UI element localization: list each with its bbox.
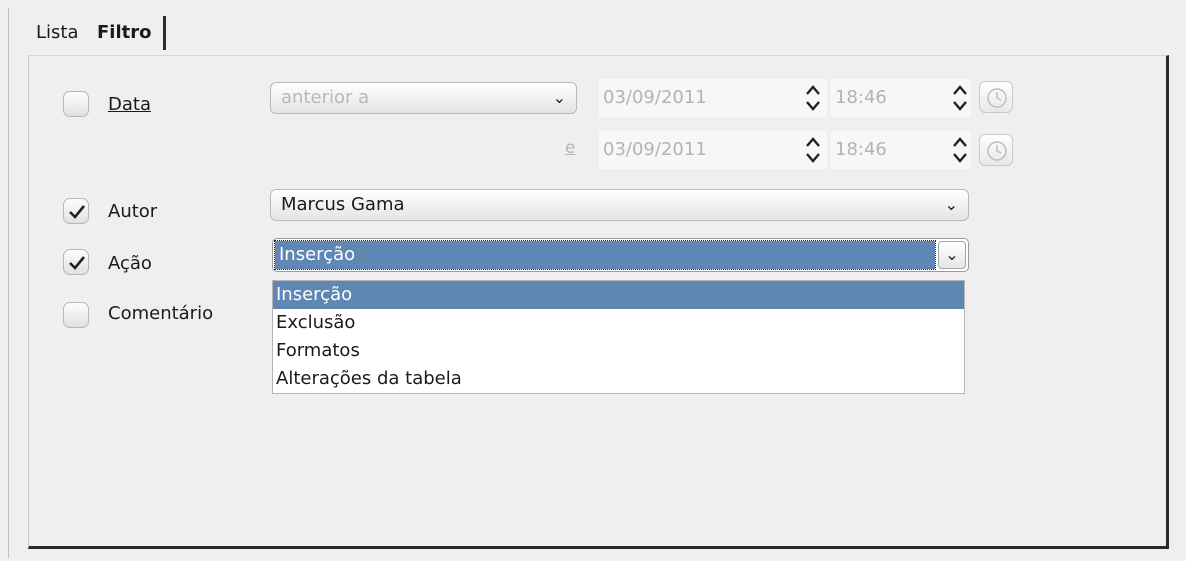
clock-icon (987, 141, 1007, 161)
time-2-spinner-icon[interactable] (952, 135, 968, 165)
acao-checkbox[interactable] (63, 249, 89, 275)
date-field-1[interactable]: 03/09/2011 (599, 79, 827, 117)
chevron-down-icon[interactable]: ⌄ (938, 241, 966, 269)
and-label: e (565, 138, 576, 158)
list-item[interactable]: Alterações da tabela (273, 365, 964, 393)
autor-select[interactable]: Marcus Gama ⌄ (270, 189, 969, 221)
comentario-checkbox[interactable] (63, 302, 89, 328)
tab-lista[interactable]: Lista (36, 18, 79, 48)
acao-dropdown-list: Inserção Exclusão Formatos Alterações da… (272, 280, 965, 394)
chevron-down-icon: ⌄ (944, 195, 958, 214)
time-1-spinner-icon[interactable] (952, 83, 968, 113)
acao-select[interactable]: Inserção ⌄ (272, 238, 969, 272)
date-field-2-value: 03/09/2011 (603, 139, 707, 160)
list-item[interactable]: Inserção (273, 281, 964, 309)
list-item[interactable]: Formatos (273, 337, 964, 365)
tab-divider (163, 16, 166, 50)
chevron-down-icon: ⌄ (552, 88, 566, 107)
comentario-label: Comentário (108, 303, 214, 324)
acao-value: Inserção (274, 240, 936, 270)
time-field-1[interactable]: 18:46 (831, 79, 971, 117)
date-2-spinner-icon[interactable] (805, 135, 821, 165)
time-2-now-button[interactable] (979, 134, 1013, 166)
acao-label: Ação (108, 253, 152, 274)
autor-checkbox[interactable] (63, 198, 89, 224)
autor-value: Marcus Gama (281, 194, 405, 215)
date-condition-value: anterior a (281, 87, 370, 108)
checkmark-icon (69, 256, 86, 270)
data-checkbox[interactable] (63, 91, 89, 117)
time-field-2-value: 18:46 (835, 139, 887, 160)
window-left-edge (8, 8, 9, 558)
autor-label: Autor (108, 201, 158, 222)
checkmark-icon (69, 205, 86, 219)
date-field-1-value: 03/09/2011 (603, 87, 707, 108)
time-field-2[interactable]: 18:46 (831, 131, 971, 169)
time-field-1-value: 18:46 (835, 87, 887, 108)
data-label: Data (108, 94, 151, 115)
clock-icon (987, 88, 1007, 108)
tab-filtro[interactable]: Filtro (97, 18, 151, 48)
date-1-spinner-icon[interactable] (805, 83, 821, 113)
time-1-now-button[interactable] (979, 81, 1013, 113)
list-item[interactable]: Exclusão (273, 309, 964, 337)
date-condition-select[interactable]: anterior a ⌄ (270, 82, 577, 114)
date-field-2[interactable]: 03/09/2011 (599, 131, 827, 169)
